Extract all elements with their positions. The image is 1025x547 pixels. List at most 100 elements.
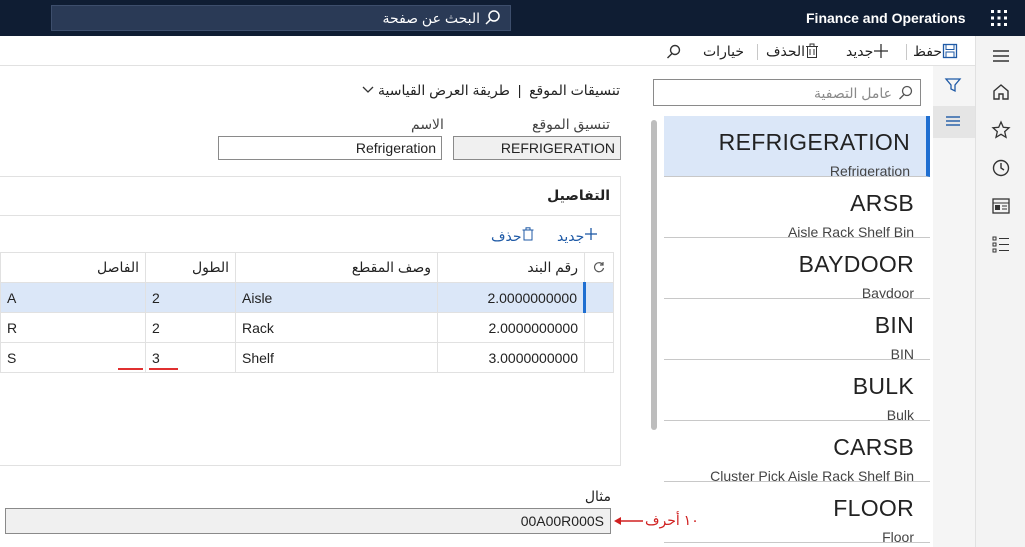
name-field[interactable]: Refrigeration	[218, 136, 442, 160]
trash-icon	[806, 43, 819, 58]
row-selector[interactable]	[584, 312, 614, 343]
list-item-name: BIN	[874, 312, 914, 338]
grid-row[interactable]: 2.0000000000 Rack 2 R	[0, 312, 614, 343]
list-item-name: BULK	[852, 373, 914, 399]
cell-segment-description[interactable]: Rack	[235, 312, 438, 343]
page-search-box[interactable]: البحث عن صفحة	[51, 5, 511, 31]
list-item-description: Refrigeration	[829, 163, 910, 177]
annotation-text: ١٠ أحرف	[645, 512, 699, 528]
details-delete-button[interactable]: حذف	[491, 227, 534, 245]
format-field[interactable]: REFRIGERATION	[453, 136, 621, 160]
app-brand: Finance and Operations	[806, 10, 966, 26]
star-icon[interactable]	[991, 120, 1011, 140]
clock-icon[interactable]	[991, 158, 1011, 178]
new-label: جديد	[846, 43, 874, 59]
workspace-icon[interactable]	[991, 196, 1011, 216]
cell-separator[interactable]: A	[0, 282, 146, 313]
search-icon[interactable]	[666, 44, 682, 60]
new-button[interactable]: جديد	[846, 43, 889, 60]
details-new-button[interactable]: جديد	[557, 227, 598, 245]
cell-length[interactable]: 2	[145, 282, 236, 313]
list-item[interactable]: REFRIGERATION Refrigeration	[664, 116, 930, 177]
chevron-down-icon	[362, 86, 374, 93]
divider	[757, 44, 758, 60]
hamburger-menu-icon[interactable]	[991, 46, 1011, 66]
save-label: حفظ	[913, 43, 943, 59]
list-item-description: Aisle Rack Shelf Bin	[787, 224, 914, 238]
grid-header-row: رقم البند وصف المقطع الطول الفاصل	[0, 252, 614, 283]
search-text: البحث عن صفحة	[382, 10, 480, 26]
list-item[interactable]: BAYDOOR Baydoor	[664, 238, 930, 299]
list-item[interactable]: BIN BIN	[664, 299, 930, 360]
filter-icon[interactable]	[944, 76, 962, 94]
page-title: تنسيقات الموقع	[529, 82, 620, 98]
list-item-name: BAYDOOR	[798, 251, 914, 277]
list-scrollbar[interactable]	[651, 120, 657, 430]
trash-icon	[522, 227, 534, 241]
list-item-name: FLOOR	[833, 495, 914, 521]
cell-segment-description[interactable]: Shelf	[235, 342, 438, 373]
row-selector[interactable]	[583, 282, 614, 313]
cell-line-number[interactable]: 2.0000000000	[437, 282, 585, 313]
options-button[interactable]: خيارات	[703, 43, 744, 60]
refresh-column[interactable]	[584, 252, 614, 283]
cell-length[interactable]: 2	[145, 312, 236, 343]
waffle-icon[interactable]	[990, 9, 1008, 27]
save-button[interactable]: حفظ	[913, 43, 958, 60]
list-item-description: Baydoor	[861, 285, 914, 299]
delete-label: الحذف	[766, 43, 806, 59]
delete-button[interactable]: الحذف	[766, 43, 819, 60]
list-item-description: Bulk	[886, 407, 914, 421]
list-item-description: Cluster Pick Aisle Rack Shelf Bin	[710, 468, 914, 482]
action-bar: خيارات الحذف جديد حفظ	[0, 36, 975, 66]
plus-icon	[585, 228, 598, 240]
cell-segment-description[interactable]: Aisle	[235, 282, 438, 313]
example-label: مثال	[584, 488, 611, 504]
list-item-name: REFRIGERATION	[718, 129, 910, 155]
annotation-underline	[149, 368, 178, 370]
grid-row[interactable]: 3.0000000000 Shelf 3 S	[0, 342, 614, 373]
details-title: التفاصيل	[547, 187, 610, 203]
grid-row[interactable]: 2.0000000000 Aisle 2 A	[0, 282, 614, 313]
plus-icon	[874, 44, 889, 58]
format-label: تنسيق الموقع	[532, 116, 611, 132]
row-selector[interactable]	[584, 342, 614, 373]
cell-line-number[interactable]: 2.0000000000	[437, 312, 585, 343]
col-header-desc[interactable]: وصف المقطع	[235, 252, 438, 283]
example-field: 00A00R000S	[5, 508, 611, 534]
navigation-rail	[975, 36, 1025, 547]
cell-separator[interactable]: R	[0, 312, 146, 343]
annotation-arrow-icon	[614, 517, 643, 525]
name-label: الاسم	[411, 116, 444, 132]
col-header-separator[interactable]: الفاصل	[0, 252, 146, 283]
home-icon[interactable]	[991, 82, 1011, 102]
top-bar: البحث عن صفحة Finance and Operations	[0, 0, 1025, 36]
list-icon	[946, 116, 960, 126]
list-item[interactable]: BULK Bulk	[664, 360, 930, 421]
location-format-list: REFRIGERATION Refrigeration ARSB Aisle Rack…	[664, 116, 930, 547]
filter-placeholder: عامل التصفية	[814, 85, 892, 101]
list-view-toggle[interactable]	[933, 106, 975, 138]
col-header-line[interactable]: رقم البند	[437, 252, 585, 283]
col-header-length[interactable]: الطول	[145, 252, 236, 283]
annotation-underline	[118, 368, 143, 370]
list-item[interactable]: FLOOR Floor	[664, 482, 930, 543]
save-icon	[942, 43, 958, 59]
app-window: البحث عن صفحة Finance and Operations خيا…	[0, 0, 1025, 547]
filter-strip	[933, 66, 975, 547]
search-icon	[485, 10, 500, 25]
list-item[interactable]: CARSB Cluster Pick Aisle Rack Shelf Bin	[664, 421, 930, 482]
list-filter-input[interactable]: عامل التصفية	[653, 79, 921, 106]
list-item-description: Floor	[882, 529, 914, 543]
breadcrumb: تنسيقات الموقع | طريقة العرض القياسية	[330, 82, 620, 99]
divider	[0, 215, 620, 216]
list-item-description: BIN	[890, 346, 914, 360]
list-item-name: CARSB	[833, 434, 914, 460]
modules-list-icon[interactable]	[991, 234, 1011, 254]
divider	[906, 44, 907, 60]
search-icon	[899, 85, 913, 100]
cell-line-number[interactable]: 3.0000000000	[437, 342, 585, 373]
list-item[interactable]: ARSB Aisle Rack Shelf Bin	[664, 177, 930, 238]
view-selector[interactable]: طريقة العرض القياسية	[362, 82, 510, 98]
list-item-name: ARSB	[850, 190, 914, 216]
